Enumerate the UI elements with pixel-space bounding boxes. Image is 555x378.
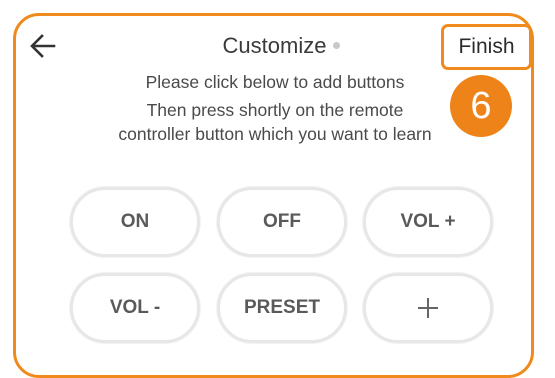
remote-button-preset[interactable]: PRESET xyxy=(217,273,347,343)
page-title: Customize xyxy=(222,33,327,58)
remote-button-off[interactable]: OFF xyxy=(217,187,347,257)
remote-button-vol-down[interactable]: VOL - xyxy=(70,273,200,343)
instruction-line-1: Please click below to add buttons xyxy=(145,72,405,92)
add-button[interactable] xyxy=(363,273,493,343)
instruction-line-2: Then press shortly on the remote control… xyxy=(118,100,432,144)
remote-button-vol-up[interactable]: VOL + xyxy=(363,187,493,257)
step-number-badge: 6 xyxy=(450,75,512,137)
plus-icon xyxy=(418,298,438,318)
instructions-text: Please click below to add buttons Then p… xyxy=(110,70,440,146)
remote-button-on[interactable]: ON xyxy=(70,187,200,257)
finish-button[interactable]: Finish xyxy=(441,24,532,70)
status-dot xyxy=(333,41,341,49)
